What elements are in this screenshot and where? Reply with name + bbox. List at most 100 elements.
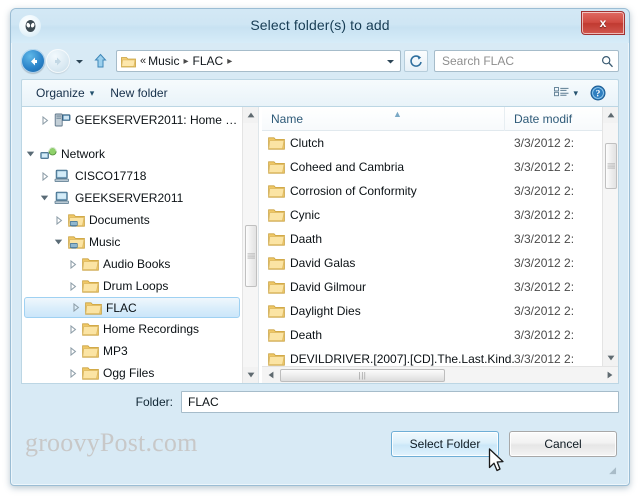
expand-triangle-icon[interactable]: [67, 303, 84, 312]
folder-icon: [262, 232, 290, 246]
chevron-down-icon: [75, 59, 83, 63]
breadcrumb-overflow[interactable]: «: [139, 55, 148, 67]
list-vertical-scrollbar[interactable]: |||: [602, 107, 618, 366]
list-horizontal-scrollbar[interactable]: |||: [262, 366, 618, 383]
expand-triangle-icon[interactable]: [64, 368, 81, 378]
expand-triangle-icon[interactable]: [64, 259, 81, 269]
computer-icon: [53, 169, 71, 183]
tree-item-drum-loops[interactable]: Drum Loops: [22, 275, 242, 297]
cancel-button[interactable]: Cancel: [509, 431, 617, 457]
breadcrumb[interactable]: « Music ▸ FLAC ▸: [116, 50, 401, 72]
file-date-cell: 3/3/2012 2:: [514, 304, 575, 318]
file-name-cell: Clutch: [290, 136, 325, 150]
server-icon: [54, 113, 70, 127]
expand-triangle-icon: [69, 346, 76, 356]
expand-triangle-icon: [69, 281, 76, 291]
scroll-left-button[interactable]: [262, 367, 279, 383]
list-scroll-thumb[interactable]: |||: [605, 143, 617, 189]
folder-icon: [81, 258, 99, 271]
view-list-icon: [554, 86, 569, 96]
select-folder-dialog: Select folder(s) to add x « Music ▸ FLAC…: [10, 8, 630, 486]
folder-icon: [262, 328, 290, 342]
tree-item-cisco17718[interactable]: CISCO17718: [22, 165, 242, 187]
breadcrumb-item-music[interactable]: Music: [148, 54, 179, 68]
resize-grip[interactable]: ◢: [604, 464, 616, 476]
screenshot-root: Select folder(s) to add x « Music ▸ FLAC…: [0, 0, 640, 500]
folder-icon: [267, 257, 285, 270]
folder-icon: [81, 344, 99, 358]
expand-triangle-icon[interactable]: [50, 215, 67, 225]
tree-item-documents[interactable]: Documents: [22, 209, 242, 231]
forward-button[interactable]: [46, 49, 70, 73]
expand-triangle-icon[interactable]: [36, 171, 53, 181]
folder-icon: [81, 366, 99, 380]
tree-item-label: Network: [61, 147, 106, 161]
folder-icon: [81, 279, 99, 293]
tree-scroll-thumb[interactable]: |||: [245, 225, 257, 287]
new-folder-button[interactable]: New folder: [102, 83, 175, 104]
breadcrumb-item-flac[interactable]: FLAC: [193, 54, 224, 68]
expand-triangle-icon[interactable]: [64, 324, 81, 334]
collapse-triangle-icon[interactable]: [50, 238, 67, 246]
tree-item-mp3[interactable]: MP3: [22, 340, 242, 362]
expand-triangle-icon[interactable]: [64, 346, 81, 356]
scroll-up-button[interactable]: [243, 107, 258, 123]
scroll-up-button[interactable]: [603, 107, 618, 123]
folder-icon: [81, 367, 99, 380]
file-list-row[interactable]: David Galas 3/3/2012 2:: [262, 251, 602, 275]
tree-item-ogg-files[interactable]: Ogg Files: [22, 362, 242, 383]
tree-vertical-scrollbar[interactable]: |||: [242, 107, 258, 383]
cancel-label: Cancel: [544, 437, 582, 451]
collapse-triangle-icon[interactable]: [22, 150, 39, 158]
file-list-row[interactable]: Cynic 3/3/2012 2:: [262, 203, 602, 227]
file-list-row[interactable]: David Gilmour 3/3/2012 2:: [262, 275, 602, 299]
column-header-name[interactable]: Name ▲: [262, 107, 505, 131]
expand-triangle-icon[interactable]: [36, 115, 53, 125]
breadcrumb-separator-icon[interactable]: ▸: [179, 56, 192, 67]
file-list-row[interactable]: Coheed and Cambria 3/3/2012 2:: [262, 155, 602, 179]
tree-item-geekserver2011[interactable]: GEEKSERVER2011: [22, 187, 242, 209]
organize-button[interactable]: Organize ▾: [28, 83, 102, 104]
file-list-row[interactable]: Corrosion of Conformity 3/3/2012 2:: [262, 179, 602, 203]
collapse-triangle-icon[interactable]: [36, 194, 53, 202]
breadcrumb-separator-icon[interactable]: ▸: [223, 56, 236, 67]
folder-icon: [262, 208, 290, 222]
tree-item-audio-books[interactable]: Audio Books: [22, 253, 242, 275]
tree-item-home-recordings[interactable]: Home Recordings: [22, 318, 242, 340]
file-list-row[interactable]: Clutch 3/3/2012 2:: [262, 131, 602, 155]
folder-icon: [267, 353, 285, 366]
triangle-down-icon: [247, 372, 255, 378]
tree-item-music[interactable]: Music: [22, 231, 242, 253]
file-list-row[interactable]: Death 3/3/2012 2:: [262, 323, 602, 347]
folder-icon: [262, 184, 290, 198]
grip-icon: |||: [246, 252, 256, 260]
refresh-button[interactable]: [404, 50, 428, 72]
tree-item-label: Home Recordings: [103, 322, 200, 336]
scroll-down-button[interactable]: [603, 350, 618, 366]
tree-item-label: GEEKSERVER2011: Home Server:: [75, 113, 242, 127]
file-list-row[interactable]: Daylight Dies 3/3/2012 2:: [262, 299, 602, 323]
recent-locations-button[interactable]: [71, 49, 87, 73]
dialog-button-bar: Select Folder Cancel: [391, 431, 617, 457]
up-one-level-button[interactable]: [89, 49, 111, 73]
help-button[interactable]: ?: [584, 83, 612, 104]
select-folder-button[interactable]: Select Folder: [391, 431, 499, 457]
expand-triangle-icon[interactable]: [64, 281, 81, 291]
breadcrumb-dropdown-button[interactable]: [382, 57, 398, 66]
scroll-down-button[interactable]: [243, 367, 258, 383]
scroll-right-button[interactable]: [601, 367, 618, 383]
change-view-button[interactable]: ▾: [548, 83, 584, 104]
expand-triangle-icon: [55, 215, 62, 225]
folder-name-input[interactable]: FLAC: [181, 391, 619, 413]
horizontal-scroll-thumb[interactable]: |||: [280, 369, 445, 382]
tree-item-network[interactable]: Network: [22, 143, 242, 165]
close-button[interactable]: x: [581, 11, 625, 35]
file-list-row[interactable]: Daath 3/3/2012 2:: [262, 227, 602, 251]
search-input[interactable]: Search FLAC: [434, 50, 619, 72]
back-arrow-icon: [30, 57, 37, 65]
tree-item-geekserver2011-home-server[interactable]: GEEKSERVER2011: Home Server:: [22, 109, 242, 131]
back-button[interactable]: [21, 49, 45, 73]
tree-item-flac[interactable]: FLAC: [24, 297, 240, 318]
file-list-row[interactable]: DEVILDRIVER.[2007].[CD].The.Last.Kind...…: [262, 347, 602, 366]
file-name-cell: Death: [290, 328, 323, 342]
